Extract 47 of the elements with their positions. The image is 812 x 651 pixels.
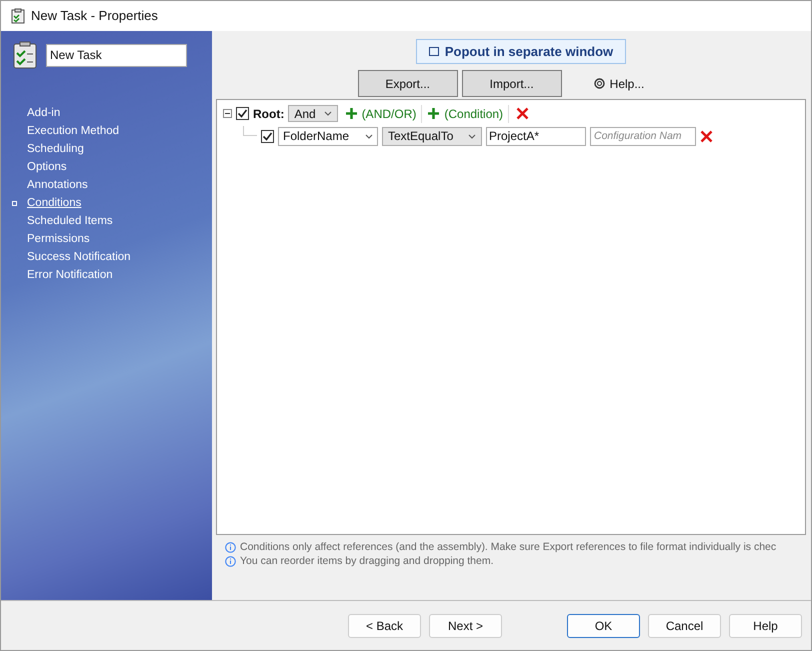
info-note: Conditions only affect references (and the assembly). Make sure Export references to file format individually is chec <box>240 540 776 555</box>
configuration-name-field[interactable]: Configuration Nam <box>590 126 696 146</box>
sidebar-item[interactable]: Annotations <box>27 176 88 194</box>
caret-icon <box>468 134 476 138</box>
import-button[interactable]: Import... <box>462 70 562 97</box>
sidebar-item[interactable]: Error Notification <box>27 266 113 284</box>
field-dropdown[interactable]: FolderName <box>278 126 378 146</box>
collapse-toggle[interactable] <box>223 109 232 118</box>
delete-icon[interactable] <box>516 107 530 120</box>
sidebar-item[interactable]: Options <box>27 158 67 176</box>
plus-icon <box>346 108 357 119</box>
caret-icon <box>365 134 373 138</box>
operator-dropdown[interactable]: And <box>288 105 338 122</box>
next-button[interactable]: Next > <box>429 614 502 638</box>
sidebar-item[interactable]: Success Notification <box>27 248 131 266</box>
popout-button[interactable]: Popout in separate window <box>416 39 626 64</box>
clipboard-icon <box>11 8 25 24</box>
sidebar-item[interactable]: Conditions <box>27 194 82 212</box>
task-name-field[interactable]: New Task <box>46 44 187 66</box>
help-button[interactable]: Help <box>729 614 802 638</box>
back-button[interactable]: < Back <box>348 614 421 638</box>
cancel-button[interactable]: Cancel <box>648 614 721 638</box>
export-button[interactable]: Export... <box>358 70 458 97</box>
checkbox[interactable] <box>261 130 274 142</box>
info-icon <box>225 542 236 553</box>
sidebar-item[interactable]: Add-in <box>27 104 60 122</box>
value-field[interactable]: ProjectA* <box>486 126 586 146</box>
clipboard-icon <box>13 41 37 69</box>
ok-button[interactable]: OK <box>567 614 640 638</box>
caret-icon <box>324 111 332 116</box>
lifebuoy-icon <box>594 78 605 89</box>
operator-dropdown[interactable]: TextEqualTo <box>382 126 482 146</box>
sidebar-item[interactable]: Permissions <box>27 230 90 248</box>
help-link[interactable]: Help... <box>594 74 644 92</box>
add-condition-button[interactable]: (Condition) <box>428 104 510 122</box>
sidebar-item[interactable]: Scheduling <box>27 140 84 158</box>
plus-icon <box>428 108 440 119</box>
window-icon <box>428 47 439 56</box>
info-icon <box>225 556 236 567</box>
checkbox[interactable] <box>236 107 249 120</box>
info-note: You can reorder items by dragging and dropping them. <box>240 554 494 569</box>
root-label: Root: <box>253 106 284 122</box>
window-title: New Task - Properties <box>31 7 158 26</box>
sidebar-item[interactable]: Scheduled Items <box>27 212 113 230</box>
delete-icon[interactable] <box>700 130 713 142</box>
add-group-button[interactable]: (AND/OR) <box>346 104 422 122</box>
sidebar-item[interactable]: Execution Method <box>27 122 120 140</box>
